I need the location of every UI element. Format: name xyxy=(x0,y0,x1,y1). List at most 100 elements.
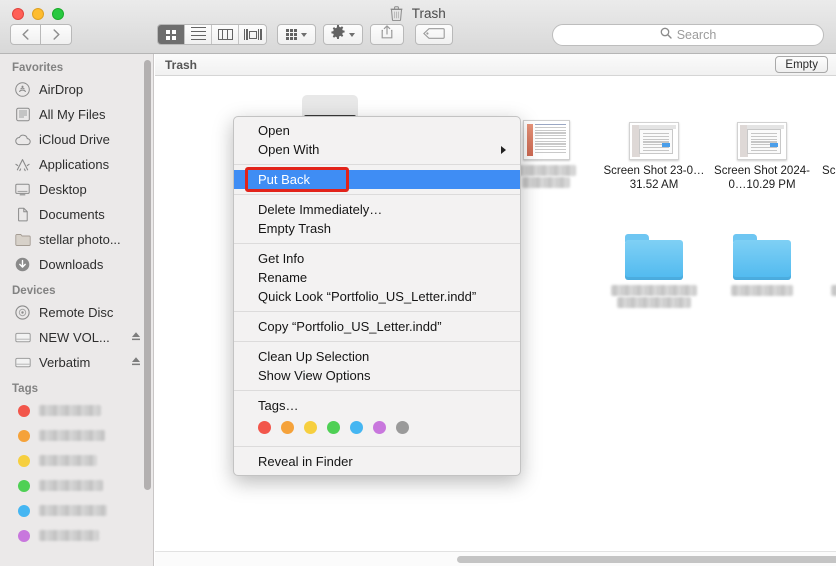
menu-item-open-with[interactable]: Open With xyxy=(234,140,520,159)
file-item[interactable]: Screen Shot 2024-0…10.29 PM xyxy=(708,98,816,192)
finder-window: Trash Search Favorites AirDrop All My Fi… xyxy=(0,0,836,566)
menu-item-delete-immediately[interactable]: Delete Immediately… xyxy=(234,200,520,219)
tag-swatch[interactable] xyxy=(373,421,386,434)
screenshot-icon xyxy=(629,122,679,160)
coverflow-icon xyxy=(243,29,262,40)
sidebar-item-documents[interactable]: Documents xyxy=(0,202,153,227)
horizontal-scrollbar-track[interactable] xyxy=(155,551,836,566)
sidebar-tag-item[interactable] xyxy=(0,523,153,548)
tag-swatch[interactable] xyxy=(258,421,271,434)
file-item[interactable]: Screen Shot 2024-0…PM copy xyxy=(816,98,836,192)
sidebar-tag-label-redacted xyxy=(39,430,105,441)
search-input[interactable]: Search xyxy=(552,24,824,46)
coverflow-view-button[interactable] xyxy=(239,25,266,44)
sidebar-section-header: Favorites xyxy=(12,62,64,74)
screenshot-icon xyxy=(737,122,787,160)
search-icon xyxy=(660,26,672,44)
menu-item-empty-trash[interactable]: Empty Trash xyxy=(234,219,520,238)
applications-icon xyxy=(14,156,31,173)
share-button[interactable] xyxy=(370,24,404,45)
tag-swatch[interactable] xyxy=(281,421,294,434)
column-view-button[interactable] xyxy=(212,25,239,44)
sidebar-item-remote-disc[interactable]: Remote Disc xyxy=(0,300,153,325)
menu-item-open[interactable]: Open xyxy=(234,121,520,140)
tag-swatch[interactable] xyxy=(327,421,340,434)
menu-item-tags[interactable]: Tags… xyxy=(234,396,520,415)
arrange-icon xyxy=(285,29,298,40)
menu-item-copy-portfolio-us-letter-ind[interactable]: Copy “Portfolio_US_Letter.indd” xyxy=(234,317,520,336)
document-icon xyxy=(522,120,570,160)
sidebar-item-new-vol[interactable]: NEW VOL... xyxy=(0,325,153,350)
menu-item-show-view-options[interactable]: Show View Options xyxy=(234,366,520,385)
sidebar-tag-item[interactable] xyxy=(0,498,153,523)
menu-item-put-back[interactable]: Put Back xyxy=(234,170,520,189)
tag-swatch[interactable] xyxy=(304,421,317,434)
edit-tags-button[interactable] xyxy=(415,24,453,45)
sidebar: Favorites AirDrop All My Files iCloud Drive… xyxy=(0,54,154,566)
sidebar-tag-item[interactable] xyxy=(0,448,153,473)
all-my-files-icon xyxy=(14,106,31,123)
eject-icon[interactable] xyxy=(131,356,141,370)
tag-swatch[interactable] xyxy=(396,421,409,434)
menu-separator xyxy=(234,341,520,342)
menu-separator xyxy=(234,243,520,244)
file-label-redacted xyxy=(731,285,793,296)
back-button[interactable] xyxy=(10,24,41,45)
menu-item-rename[interactable]: Rename xyxy=(234,268,520,287)
file-item[interactable]: Screen Shot 23-0…31.52 AM xyxy=(600,98,708,192)
list-view-button[interactable] xyxy=(185,25,212,44)
horizontal-scrollbar-thumb[interactable] xyxy=(457,556,836,563)
desktop-icon xyxy=(14,181,31,198)
tag-color-dot xyxy=(18,479,30,492)
menu-item-label: Open With xyxy=(258,142,320,157)
sidebar-item-verbatim[interactable]: Verbatim xyxy=(0,350,153,375)
file-label xyxy=(600,285,708,308)
sidebar-scrollbar[interactable] xyxy=(144,60,151,490)
file-thumbnail xyxy=(816,98,836,160)
airdrop-icon xyxy=(14,81,31,98)
sidebar-item-label: AirDrop xyxy=(39,82,84,97)
folder-icon xyxy=(625,234,683,280)
empty-trash-button[interactable]: Empty xyxy=(775,56,828,73)
sidebar-item-stellar-photo[interactable]: stellar photo... xyxy=(0,227,153,252)
chevron-down-icon xyxy=(301,32,308,37)
sidebar-item-airdrop[interactable]: AirDrop xyxy=(0,77,153,102)
sidebar-tag-item[interactable] xyxy=(0,423,153,448)
sidebar-item-desktop[interactable]: Desktop xyxy=(0,177,153,202)
sidebar-item-label: All My Files xyxy=(39,107,106,122)
disc-icon xyxy=(14,304,31,321)
icon-view-button[interactable] xyxy=(158,25,185,44)
sidebar-tag-item[interactable] xyxy=(0,473,153,498)
file-item[interactable] xyxy=(816,218,836,309)
menu-item-clean-up-selection[interactable]: Clean Up Selection xyxy=(234,347,520,366)
sidebar-item-icloud-drive[interactable]: iCloud Drive xyxy=(0,127,153,152)
sidebar-item-downloads[interactable]: Downloads xyxy=(0,252,153,277)
menu-item-label: Quick Look “Portfolio_US_Letter.indd” xyxy=(258,289,477,304)
downloads-icon xyxy=(14,256,31,273)
sidebar-item-label: stellar photo... xyxy=(39,232,121,247)
file-label: Screen Shot 23-0…31.52 AM xyxy=(603,165,705,191)
columns-icon xyxy=(217,29,233,40)
action-menu-button[interactable] xyxy=(323,24,363,45)
sidebar-list: Favorites AirDrop All My Files iCloud Drive… xyxy=(0,54,153,548)
sidebar-tag-item[interactable] xyxy=(0,398,153,423)
menu-item-get-info[interactable]: Get Info xyxy=(234,249,520,268)
sidebar-item-applications[interactable]: Applications xyxy=(0,152,153,177)
file-label-redacted xyxy=(516,165,576,176)
forward-button[interactable] xyxy=(41,24,72,45)
menu-item-quick-look-portfolio-us-lett[interactable]: Quick Look “Portfolio_US_Letter.indd” xyxy=(234,287,520,306)
arrange-button[interactable] xyxy=(277,24,316,45)
breadcrumb-bar: Trash Empty xyxy=(155,54,836,76)
tag-swatch[interactable] xyxy=(350,421,363,434)
sidebar-item-label: Verbatim xyxy=(39,355,91,370)
sidebar-item-all-my-files[interactable]: All My Files xyxy=(0,102,153,127)
eject-icon[interactable] xyxy=(131,331,141,345)
file-thumbnail xyxy=(600,98,708,160)
share-icon xyxy=(381,25,393,44)
file-item[interactable] xyxy=(708,218,816,297)
file-item[interactable] xyxy=(600,218,708,309)
gear-icon xyxy=(331,25,345,44)
file-thumbnail xyxy=(816,218,836,280)
menu-item-reveal-in-finder[interactable]: Reveal in Finder xyxy=(234,452,520,471)
tag-color-dot xyxy=(18,504,30,517)
